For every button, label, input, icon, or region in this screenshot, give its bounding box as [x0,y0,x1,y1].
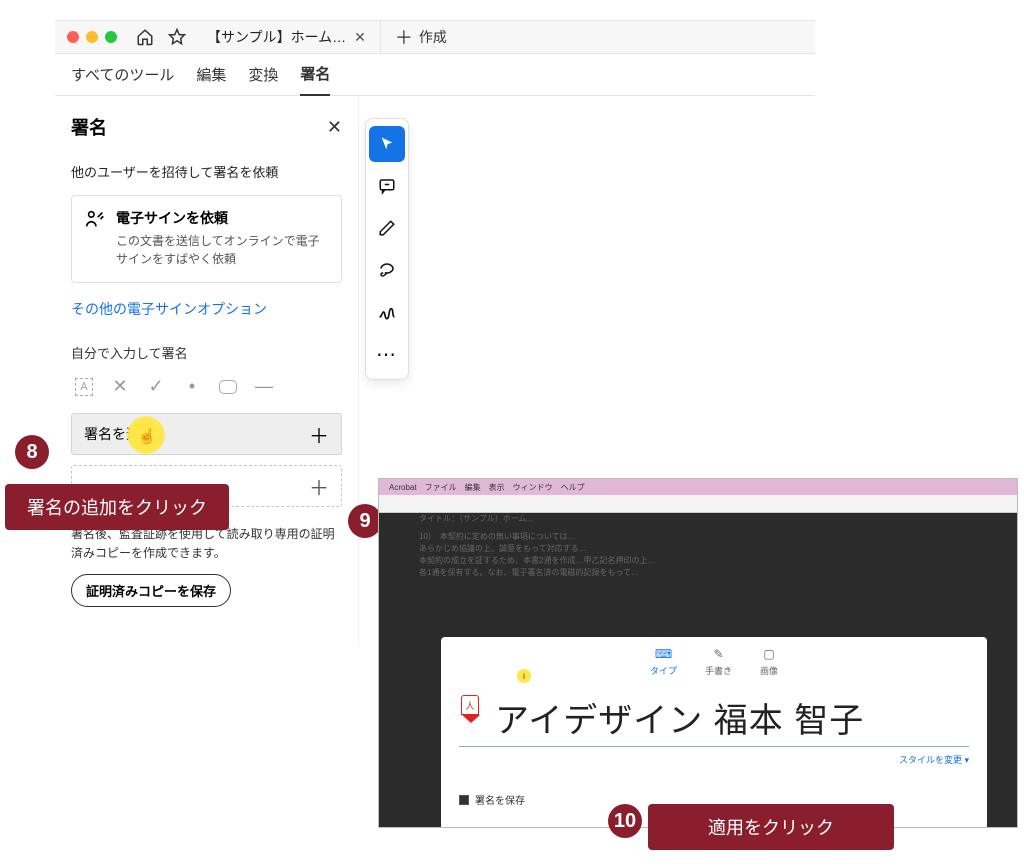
sub-toolbar [379,495,1017,513]
add-signature-button[interactable]: 署名を追加 ＋ [71,413,342,455]
signature-modal: ⌨タイプ ✎手書き ▢画像 i 人 アイデザイン 福本 智子 スタイルを変更 ▾… [441,637,987,828]
minimize-icon[interactable] [86,31,98,43]
other-esign-options-link[interactable]: その他の電子サインオプション [71,299,342,319]
zoom-icon[interactable] [105,31,117,43]
tab-title: 【サンプル】ホーム… [207,27,346,47]
tab-sign[interactable]: 署名 [300,53,330,96]
modal-tab-type[interactable]: ⌨タイプ [650,647,677,677]
menubar: Acrobat ファイル 編集 表示 ウィンドウ ヘルプ [379,479,1017,495]
cursor-highlight-icon [127,416,165,454]
tab-edit[interactable]: 編集 [196,54,226,95]
close-icon[interactable] [67,31,79,43]
floating-toolbar: ⋯ [365,118,409,380]
plus-icon: ＋ [309,472,329,501]
signature-dialog-screenshot: Acrobat ファイル 編集 表示 ウィンドウ ヘルプ タイトル：（サンプル）… [378,478,1018,828]
x-mark-icon[interactable]: ✕ [111,376,129,397]
modal-tab-draw[interactable]: ✎手書き [705,647,732,677]
invite-label: 他のユーザーを招待して署名を依頼 [71,162,342,181]
check-icon[interactable]: ✓ [147,376,165,397]
request-esign-card[interactable]: 電子サインを依頼 この文書を送信してオンラインで電子サインをすばやく依頼 [71,195,342,283]
circle-icon[interactable] [219,380,237,394]
new-tab-button[interactable]: ＋ 作成 [381,24,461,50]
close-tab-icon[interactable]: ✕ [354,29,366,46]
star-icon[interactable] [167,27,187,47]
dot-icon[interactable]: • [183,376,201,397]
modal-tab-image[interactable]: ▢画像 [760,647,778,677]
callout-8: 署名の追加をクリック [5,484,229,530]
image-icon: ▢ [763,647,774,661]
request-desc: この文書を送信してオンラインで電子サインをすばやく依頼 [116,232,329,268]
line-icon[interactable]: — [255,376,273,397]
vertical-divider [358,96,359,646]
select-tool-icon[interactable] [369,126,405,162]
tab-convert[interactable]: 変換 [248,54,278,95]
step-badge-10: 10 [608,804,642,838]
new-tab-label: 作成 [419,27,447,47]
lasso-tool-icon[interactable] [369,252,405,288]
home-icon[interactable] [135,27,155,47]
request-title: 電子サインを依頼 [116,208,329,228]
tool-tabs: すべてのツール 編集 変換 署名 [55,54,815,96]
traffic-lights [55,31,129,43]
pencil-tool-icon[interactable] [369,210,405,246]
signers-icon [84,208,106,268]
tab-all-tools[interactable]: すべてのツール [71,54,174,95]
callout-10: 適用をクリック [648,804,894,850]
more-tools-icon[interactable]: ⋯ [369,336,405,372]
save-certified-button[interactable]: 証明済みコピーを保存 [71,574,231,607]
sign-panel: 署名 ✕ 他のユーザーを招待して署名を依頼 電子サインを依頼 この文書を送信して… [55,96,358,627]
plus-icon: ＋ [309,420,329,449]
step-badge-9: 9 [348,504,382,538]
panel-title: 署名 [71,114,107,140]
fill-shapes-row: A ✕ ✓ • — [71,376,342,397]
textbox-icon[interactable]: A [75,378,93,396]
keyboard-icon: ⌨ [655,647,672,661]
plus-icon: ＋ [395,24,413,50]
panel-close-icon[interactable]: ✕ [327,117,342,138]
background-text: タイトル：（サンプル）ホーム… 10） 本契約に定めの無い事項については… あら… [419,513,977,579]
self-sign-label: 自分で入力して署名 [71,343,342,362]
sign-tool-icon[interactable] [369,294,405,330]
hint-dot-icon: i [517,669,531,683]
window-titlebar: 【サンプル】ホーム… ✕ ＋ 作成 [55,20,815,54]
signature-input[interactable]: アイデザイン 福本 智子 [459,687,969,747]
comment-tool-icon[interactable] [369,168,405,204]
change-style-link[interactable]: スタイルを変更 ▾ [459,753,969,766]
certified-note: 署名後、監査証跡を使用して読み取り専用の証明済みコピーを作成できます。 [71,525,342,562]
document-tab[interactable]: 【サンプル】ホーム… ✕ [193,21,381,53]
draw-icon: ✎ [713,647,723,661]
step-badge-8: 8 [15,435,49,469]
